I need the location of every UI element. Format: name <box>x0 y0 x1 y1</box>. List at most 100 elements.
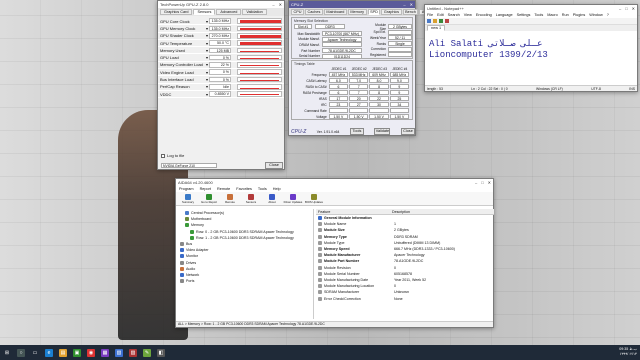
menu-encoding[interactable]: Encoding <box>476 13 492 17</box>
open-file-icon[interactable] <box>433 19 437 23</box>
tab-spd[interactable]: SPD <box>367 9 381 15</box>
file-explorer-icon[interactable]: ▤ <box>59 348 67 357</box>
minimize-icon[interactable]: – <box>403 2 405 7</box>
dropdown-arrow-icon[interactable]: ▾ <box>206 77 208 82</box>
device-select[interactable]: NVIDIA GeForce 210 <box>161 163 217 168</box>
log-checkbox[interactable] <box>161 153 165 158</box>
dropdown-arrow-icon[interactable]: ▾ <box>206 19 208 24</box>
menu-search[interactable]: Search <box>448 13 460 17</box>
edge-icon[interactable]: e <box>45 348 53 357</box>
tab-validation[interactable]: Validation <box>242 9 267 15</box>
menu-macro[interactable]: Macro <box>547 13 558 17</box>
toolbar-sensors[interactable]: Sensors <box>242 193 260 204</box>
close-icon[interactable]: ✕ <box>632 6 635 11</box>
notepad-taskbar-icon[interactable]: ✎ <box>143 348 151 357</box>
store-icon[interactable]: ▣ <box>73 348 81 357</box>
menu-help[interactable]: Help <box>273 187 281 191</box>
tab-caches[interactable]: Caches <box>305 9 323 15</box>
menu-plugins[interactable]: Plugins <box>573 13 585 17</box>
tree-node-icon <box>180 266 184 271</box>
tab-memory[interactable]: Memory <box>347 9 367 15</box>
tab-mainboard[interactable]: Mainboard <box>323 9 347 15</box>
validate-button[interactable]: Validate <box>374 128 391 135</box>
menu-file[interactable]: File <box>427 13 433 17</box>
save-icon[interactable] <box>439 19 443 23</box>
gpuz-titlebar[interactable]: TechPowerUp GPU-Z 2.8.0 – ✕ <box>158 1 284 8</box>
gpuz-close-button[interactable]: Close <box>265 162 283 169</box>
timings-header-cell: JEDEC #4 <box>392 66 408 71</box>
sensor-name: Bus Interface Load <box>160 77 194 83</box>
tab-new-1[interactable]: new 1 <box>427 25 446 31</box>
maximize-icon[interactable]: □ <box>625 6 627 11</box>
tab-graphics[interactable]: Graphics <box>381 9 402 15</box>
slot-select[interactable]: Slot #1 <box>294 24 312 29</box>
dropdown-arrow-icon[interactable]: ▾ <box>206 48 208 53</box>
task-view-icon[interactable]: ▭ <box>31 349 39 357</box>
menu-remote[interactable]: Remote <box>217 187 230 191</box>
chrome-icon[interactable]: ◉ <box>87 348 95 357</box>
menu-tools[interactable]: Tools <box>258 187 267 191</box>
tab-cpu[interactable]: CPU <box>291 9 305 15</box>
tab-advanced[interactable]: Advanced <box>216 9 242 15</box>
menu-program[interactable]: Program <box>179 187 194 191</box>
menu-window[interactable]: Window <box>589 13 603 17</box>
minimize-icon[interactable]: – <box>475 180 477 185</box>
sensor-value: Idle <box>209 84 232 90</box>
cpuz-taskbar-icon[interactable]: ▦ <box>101 348 109 357</box>
search-icon[interactable]: ○ <box>17 348 25 357</box>
close-file-icon[interactable] <box>445 19 449 23</box>
aida-titlebar[interactable]: AIDA64 v4.20.4600 – □ ✕ <box>176 179 493 186</box>
toolbar-about[interactable]: About <box>263 193 281 204</box>
aida-taskbar-icon[interactable]: ▨ <box>129 348 137 357</box>
menu-run[interactable]: Run <box>562 13 569 17</box>
toolbar-remote[interactable]: Remote <box>221 193 239 204</box>
editor-area[interactable]: Ali Salati عـلى صـلاتى Lioncomputer 1399… <box>429 39 548 61</box>
menu-settings[interactable]: Settings <box>517 13 531 17</box>
col-description[interactable]: Description <box>390 210 410 214</box>
tree-node-icon <box>185 211 189 216</box>
toolbar-summary[interactable]: Summary <box>179 193 197 204</box>
menu-tools[interactable]: Tools <box>534 13 543 17</box>
close-icon[interactable]: ✕ <box>279 2 282 7</box>
toolbar-bios-updates[interactable]: BIOS Updates <box>305 193 323 204</box>
tab-graphics-card[interactable]: Graphics Card <box>160 9 193 15</box>
tab-sensors[interactable]: Sensors <box>193 9 216 15</box>
cpuz-titlebar[interactable]: CPU-Z – ✕ <box>289 1 415 8</box>
menu-view[interactable]: View <box>464 13 472 17</box>
dropdown-arrow-icon[interactable]: ▾ <box>206 41 208 46</box>
tab-bench[interactable]: Bench <box>402 9 419 15</box>
menu-help[interactable]: ? <box>607 13 609 17</box>
menu-report[interactable]: Report <box>200 187 211 191</box>
toolbar-driver-updates[interactable]: Driver Updates <box>284 193 302 204</box>
dropdown-arrow-icon[interactable]: ▾ <box>206 55 208 60</box>
toolbar-go-to-report[interactable]: Go to Report <box>200 193 218 204</box>
tools-button[interactable]: Tools <box>349 128 364 135</box>
dropdown-arrow-icon[interactable]: ▾ <box>206 84 208 89</box>
system-clock[interactable]: 09:35 ب.ظ ۱۳۹۹/۰۲/۱۳ <box>619 347 637 357</box>
close-icon[interactable]: ✕ <box>488 180 491 185</box>
menu-favorites[interactable]: Favorites <box>236 187 252 191</box>
timings-cell: 1.50 V <box>389 114 410 119</box>
tree-node[interactable]: Ports <box>178 278 311 284</box>
minimize-icon[interactable]: – <box>619 6 621 11</box>
dropdown-arrow-icon[interactable]: ▾ <box>206 26 208 31</box>
log-option[interactable]: Log to file <box>161 153 184 158</box>
maximize-icon[interactable]: □ <box>481 180 483 185</box>
gpuz-taskbar-icon[interactable]: ▧ <box>115 348 123 357</box>
start-icon[interactable]: ⊞ <box>3 349 11 357</box>
app-taskbar-icon[interactable]: ◧ <box>157 348 165 357</box>
menu-edit[interactable]: Edit <box>437 13 444 17</box>
spd-field: Part Number 78.A1GDE.9L2DC <box>294 48 364 54</box>
dropdown-arrow-icon[interactable]: ▾ <box>206 70 208 75</box>
col-feature[interactable]: Feature <box>316 210 390 214</box>
close-icon[interactable]: ✕ <box>410 2 413 7</box>
new-file-icon[interactable] <box>427 19 431 23</box>
minimize-icon[interactable]: – <box>272 2 274 7</box>
menu-language[interactable]: Language <box>496 13 513 17</box>
taskbar: ⊞ ○ ▭ e ▤ ▣ ◉ ▦ ▧ ▨ ✎ ◧ 09:35 ب.ظ ۱۳۹۹/۰… <box>0 345 640 360</box>
dropdown-arrow-icon[interactable]: ▾ <box>206 62 208 67</box>
notepad-titlebar[interactable]: Untitled - Notepad++ – □ ✕ <box>425 5 637 12</box>
cpuz-close-button[interactable]: Close <box>400 128 415 135</box>
dropdown-arrow-icon[interactable]: ▾ <box>206 92 208 97</box>
dropdown-arrow-icon[interactable]: ▾ <box>206 33 208 38</box>
